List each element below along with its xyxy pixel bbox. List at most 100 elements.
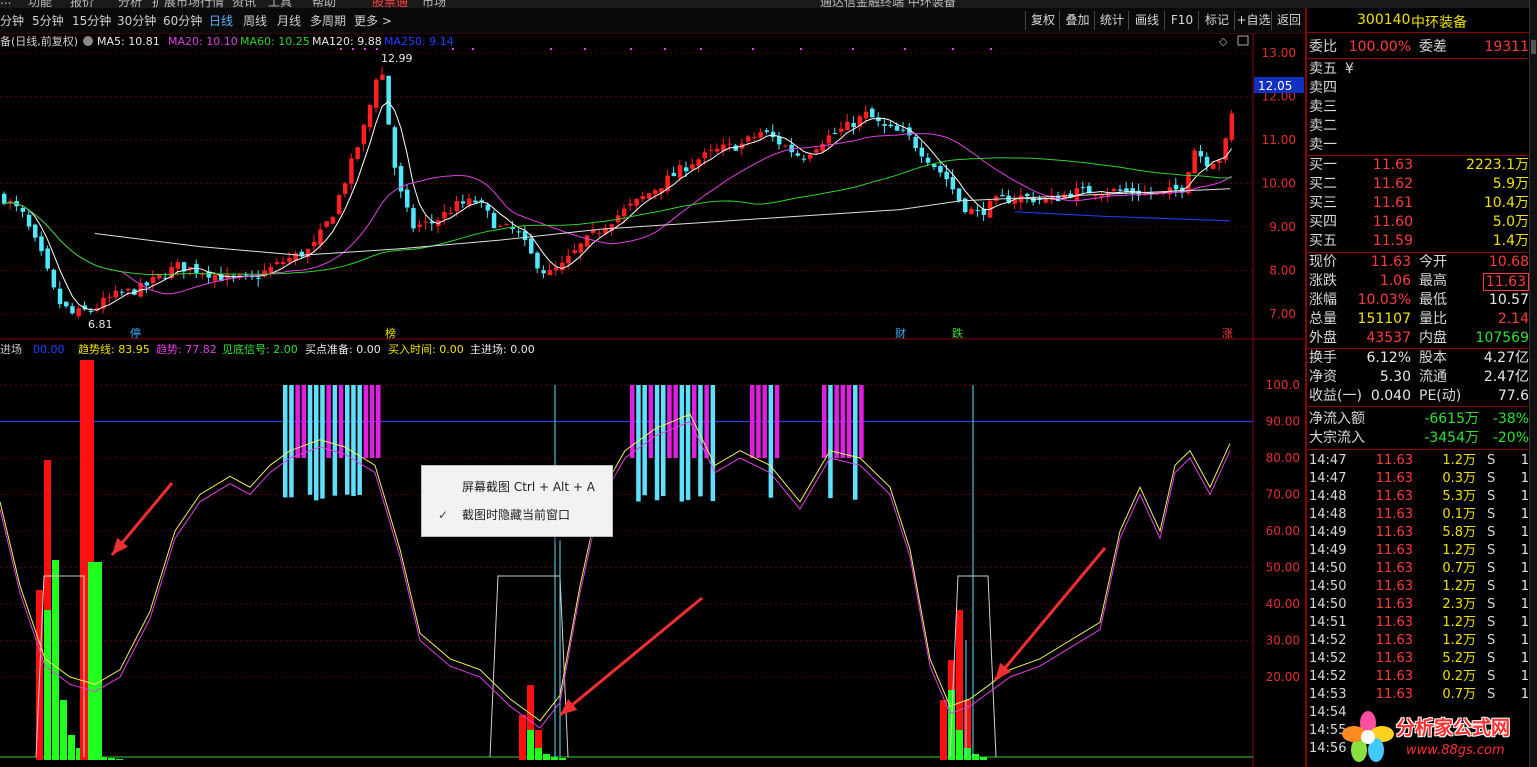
period-tab[interactable]: 5分钟 (32, 12, 64, 29)
candle-body (752, 136, 757, 138)
toolbar-button[interactable]: 画线 (1128, 11, 1165, 30)
diamond-icon[interactable]: ◇ (1219, 35, 1228, 48)
tick-price: 11.63 (1375, 525, 1413, 540)
menu-item-hide-window[interactable]: ✓ 截图时隐藏当前窗口 (422, 502, 612, 528)
menu-item[interactable]: 工具 (268, 0, 292, 8)
stat-label: 最高 (1419, 273, 1447, 289)
tick-volume: 1.2万 (1442, 633, 1476, 648)
candle-body (764, 130, 770, 133)
event-tag[interactable]: 榜 (385, 326, 396, 340)
toolbar-button[interactable]: 叠加 (1059, 11, 1095, 30)
period-tab[interactable]: 30分钟 (117, 12, 156, 29)
event-tag[interactable]: 跌 (952, 326, 963, 340)
candle-body (894, 125, 900, 131)
menu-item[interactable]: ... (0, 0, 11, 7)
red-bar (519, 715, 526, 760)
indicator-legend: 趋势线: 83.95 (78, 342, 150, 356)
indicator-chart[interactable]: 100.0 90.00 80.00 70.00 60.00 50.00 40.00 30.00… (0, 340, 1305, 767)
period-tab[interactable]: 分钟 (0, 12, 24, 29)
menu-item[interactable]: 资讯 (232, 0, 256, 8)
candle-body (783, 145, 788, 147)
candle-body (628, 203, 633, 206)
stat-value: 107569 (1475, 330, 1529, 346)
buy-label: 买四 (1309, 214, 1337, 230)
period-tab[interactable]: 多周期 (310, 12, 346, 29)
tick-price: 11.63 (1375, 687, 1413, 702)
menu-item[interactable]: 股票通 (372, 0, 408, 8)
tick-row: 14:52 11.63 1.2万 S 1 (1309, 632, 1531, 650)
event-tag[interactable]: 涨 (1222, 327, 1233, 340)
candle-body (826, 135, 832, 144)
candlestick-chart[interactable]: 13.0012.0011.0010.009.008.007.00备(日线,前复权… (0, 33, 1305, 340)
toolbar-button[interactable]: 复权 (1025, 11, 1060, 30)
stat-value: 77.6 (1497, 388, 1529, 404)
period-tab[interactable]: 周线 (243, 12, 267, 29)
menu-item[interactable]: 分析 (118, 0, 142, 8)
toolbar-button[interactable]: 返回 (1271, 11, 1306, 30)
menu-item[interactable]: 报价 (70, 0, 94, 8)
candle-body (367, 105, 373, 128)
period-tab[interactable]: 日线 (209, 12, 233, 29)
stat-value: 0.040 (1370, 388, 1411, 404)
signal-dot (452, 48, 454, 50)
scroll-thumb[interactable] (1531, 40, 1536, 54)
event-tag[interactable]: 停 (130, 326, 141, 340)
period-tab[interactable]: 更多 > (354, 12, 392, 29)
toolbar-button[interactable]: +自选 (1234, 11, 1272, 30)
tick-count: 1 (1520, 471, 1529, 486)
menu-item[interactable]: 扩展市场行情 (152, 0, 224, 8)
toolbar-button[interactable]: 统计 (1094, 11, 1129, 30)
candle-body (336, 195, 342, 215)
stat-value: 5.30 (1379, 369, 1411, 385)
menu-item[interactable]: 市场 (422, 0, 446, 8)
tick-count: 1 (1520, 507, 1529, 522)
y-tick-label: 50.00 (1266, 561, 1300, 575)
period-tab[interactable]: 月线 (277, 12, 301, 29)
candle-body (491, 213, 497, 229)
candle-body (448, 213, 453, 215)
candle-body (622, 208, 627, 217)
candle-body (467, 198, 472, 206)
toolbar-button[interactable]: 标记 (1198, 11, 1235, 30)
stat-label: 内盘 (1419, 330, 1447, 346)
toolbar-button[interactable]: F10 (1164, 11, 1199, 30)
buy-price: 11.60 (1372, 214, 1413, 230)
settings-icon[interactable] (83, 36, 93, 46)
tick-time: 14:49 (1309, 543, 1347, 558)
candle-body (1211, 163, 1216, 169)
tick-side: S (1487, 471, 1496, 486)
candle-body (814, 149, 819, 153)
signal-bar (704, 385, 709, 458)
candle-body (634, 198, 639, 206)
candle-body (330, 216, 336, 224)
candle-body (157, 274, 162, 279)
candle-body (535, 252, 540, 269)
flow-label: 大宗流入 (1309, 430, 1365, 446)
menu-item-screenshot[interactable]: 屏幕截图 Ctrl + Alt + A (422, 474, 612, 500)
tick-price: 11.63 (1375, 543, 1413, 558)
stat-row: 涨跌 1.06 最高 11.63 (1309, 272, 1531, 291)
sell-row: 卖二 (1309, 117, 1531, 136)
legend-prefix: 备(日线,前复权) (0, 34, 78, 48)
period-tab[interactable]: 60分钟 (163, 12, 202, 29)
signal-bar (661, 385, 666, 497)
tick-row: 14:49 11.63 5.8万 S 1 (1309, 524, 1531, 542)
quote-header: 300140 中环装备 (1307, 8, 1531, 33)
sell-label: 卖四 (1309, 80, 1337, 96)
signal-bar (320, 385, 325, 499)
scrollbar[interactable] (1529, 0, 1537, 767)
maximize-icon[interactable] (1237, 35, 1249, 46)
tick-price: 11.63 (1375, 597, 1413, 612)
signal-bar (314, 385, 319, 501)
tick-price: 11.63 (1375, 579, 1413, 594)
candle-body (975, 210, 980, 212)
candle-body (808, 154, 813, 159)
menu-item[interactable]: 帮助 (312, 0, 336, 8)
tick-row: 14:49 11.63 1.2万 S 1 (1309, 542, 1531, 560)
candle-body (1229, 113, 1235, 140)
tick-volume: 0.7万 (1442, 561, 1476, 576)
menu-item[interactable]: 功能 (28, 0, 52, 8)
period-tab[interactable]: 15分钟 (72, 12, 111, 29)
buy-row: 买五 11.59 1.4万 (1309, 232, 1531, 251)
event-tag[interactable]: 财 (895, 326, 906, 340)
